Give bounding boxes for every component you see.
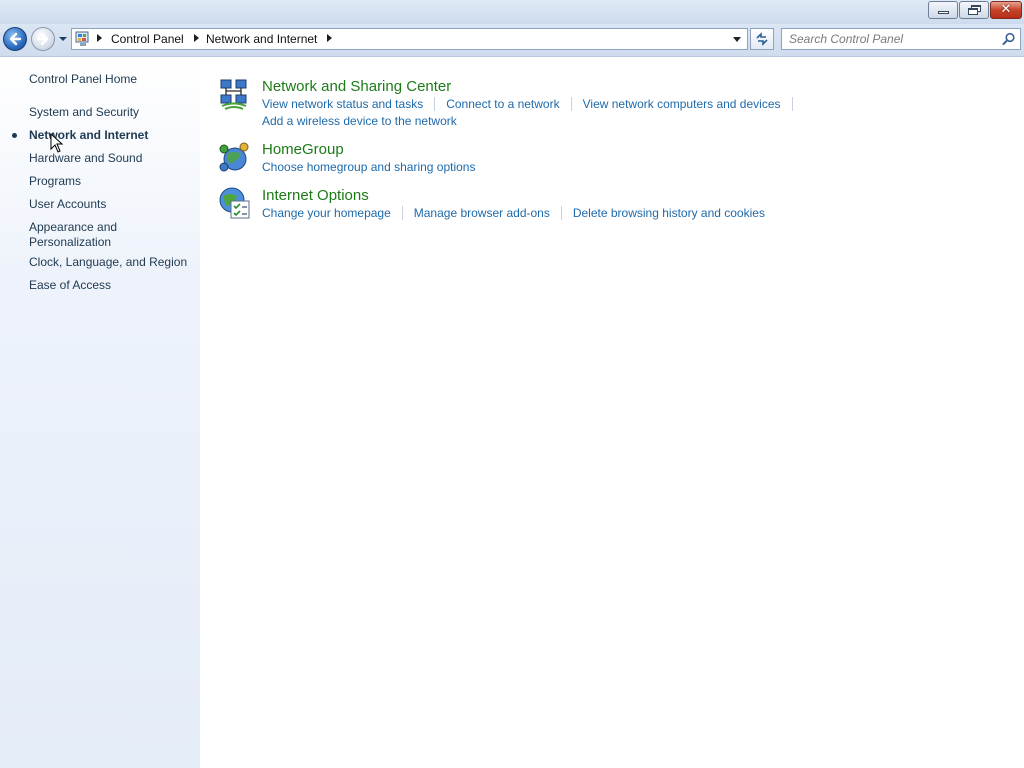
sidebar-item-network-and-internet[interactable]: Network and Internet [29, 128, 148, 143]
minimize-button[interactable] [928, 1, 958, 19]
restore-icon [968, 5, 981, 15]
connect-to-network-link[interactable]: Connect to a network [446, 97, 559, 111]
internet-options-link[interactable]: Internet Options [262, 187, 369, 204]
back-button[interactable] [3, 27, 27, 51]
sidebar-item-ease-of-access[interactable]: Ease of Access [29, 278, 111, 293]
close-icon: ✕ [1000, 2, 1012, 17]
search-box[interactable] [781, 28, 1021, 50]
sidebar-item-user-accounts[interactable]: User Accounts [29, 197, 106, 212]
internet-options-task-row: Change your homepage Manage browser add-… [262, 206, 765, 220]
back-arrow-icon [9, 32, 22, 46]
network-and-sharing-center-link[interactable]: Network and Sharing Center [262, 78, 451, 95]
title-bar[interactable]: ✕ [0, 0, 1024, 24]
sidebar-item-appearance-and-personalization[interactable]: Appearance and Personalization [29, 220, 139, 250]
view-network-status-link[interactable]: View network status and tasks [262, 97, 423, 111]
sidebar-item-control-panel-home[interactable]: Control Panel Home [29, 72, 137, 87]
sidebar-item-clock-language-region[interactable]: Clock, Language, and Region [29, 255, 187, 270]
delete-browsing-history-link[interactable]: Delete browsing history and cookies [573, 206, 765, 220]
homegroup-link[interactable]: HomeGroup [262, 141, 344, 158]
forward-button[interactable] [31, 27, 55, 51]
breadcrumb-separator-icon[interactable] [194, 34, 199, 42]
network-sharing-icon[interactable] [217, 77, 251, 111]
task-divider [791, 97, 793, 111]
homegroup-task-row: Choose homegroup and sharing options [262, 160, 475, 174]
breadcrumb-network-and-internet[interactable]: Network and Internet [206, 32, 317, 46]
minimize-icon [938, 11, 949, 14]
refresh-button[interactable] [750, 28, 774, 50]
close-button[interactable]: ✕ [990, 1, 1022, 19]
task-divider [570, 97, 572, 111]
manage-browser-addons-link[interactable]: Manage browser add-ons [414, 206, 550, 220]
refresh-icon [756, 32, 768, 46]
control-panel-icon [75, 31, 89, 46]
task-divider [560, 206, 562, 220]
internet-options-icon[interactable] [217, 186, 251, 220]
navigation-bar: Control Panel Network and Internet [0, 24, 1024, 57]
choose-homegroup-options-link[interactable]: Choose homegroup and sharing options [262, 160, 475, 174]
task-divider [434, 97, 436, 111]
sidebar-item-programs[interactable]: Programs [29, 174, 81, 189]
address-bar[interactable]: Control Panel Network and Internet [71, 28, 748, 50]
change-homepage-link[interactable]: Change your homepage [262, 206, 391, 220]
breadcrumb-separator-icon[interactable] [327, 34, 332, 42]
restore-button[interactable] [959, 1, 989, 19]
homegroup-icon[interactable] [217, 140, 251, 174]
recent-pages-chevron-icon[interactable] [58, 34, 68, 44]
task-divider [401, 206, 403, 220]
mouse-pointer-icon [50, 133, 64, 153]
network-sharing-task-row: View network status and tasks Connect to… [262, 97, 804, 111]
current-page-bullet [12, 133, 17, 138]
search-input[interactable] [782, 29, 999, 49]
forward-arrow-icon [36, 32, 49, 46]
address-dropdown-icon[interactable] [729, 29, 745, 49]
breadcrumb-control-panel[interactable]: Control Panel [111, 32, 184, 46]
add-wireless-device-link[interactable]: Add a wireless device to the network [262, 114, 457, 128]
main-content: Network and Sharing Center View network … [200, 57, 1024, 768]
window-controls: ✕ [928, 1, 1022, 19]
sidebar-item-system-and-security[interactable]: System and Security [29, 105, 139, 120]
view-network-computers-link[interactable]: View network computers and devices [583, 97, 781, 111]
network-sharing-task-row-2: Add a wireless device to the network [262, 114, 457, 128]
sidebar-item-hardware-and-sound[interactable]: Hardware and Sound [29, 151, 142, 166]
breadcrumb-separator-icon[interactable] [97, 34, 102, 42]
search-icon[interactable] [1002, 32, 1016, 46]
